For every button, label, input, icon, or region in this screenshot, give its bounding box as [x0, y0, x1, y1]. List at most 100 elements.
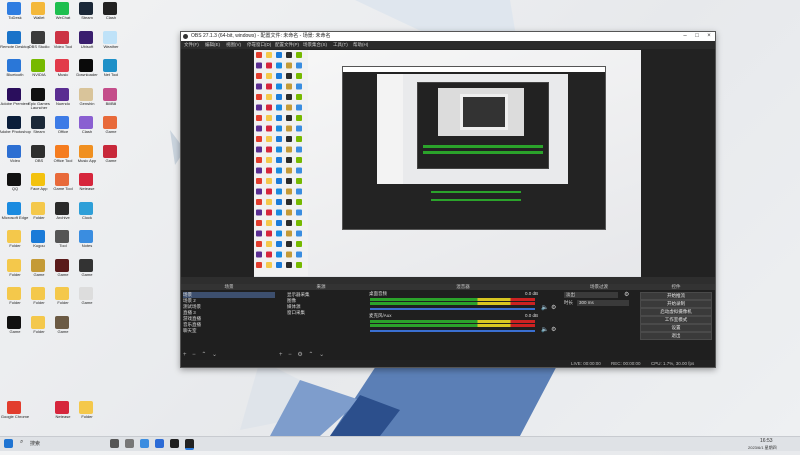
- search-input[interactable]: 搜索: [30, 437, 40, 451]
- app-icon: [79, 59, 93, 72]
- app-icon: [55, 201, 69, 215]
- nested-desktop-icon: [286, 220, 292, 226]
- desktop-icon[interactable]: Google Chrome: [0, 401, 30, 425]
- nested-desktop-icon: [256, 115, 262, 121]
- menu-file[interactable]: 文件(F): [184, 41, 199, 49]
- app-icon[interactable]: [140, 439, 149, 448]
- nested-desktop-icon: [286, 262, 292, 268]
- app-icon: [31, 173, 45, 186]
- desktop-icon[interactable]: Weather: [96, 30, 126, 55]
- desktop-icon[interactable]: Notes: [72, 230, 102, 254]
- gear-icon[interactable]: ⚙: [624, 291, 629, 298]
- nested-desktop-icon: [266, 251, 272, 258]
- desktop-icon[interactable]: Folder: [72, 401, 102, 425]
- nested-desktop-icon: [276, 220, 282, 226]
- taskview-icon[interactable]: [110, 439, 119, 448]
- nested-desktop-icon: [286, 115, 292, 121]
- desktop-icon[interactable]: Game: [96, 116, 126, 140]
- nested-desktop-icon: [286, 157, 292, 163]
- nested-desktop-icon: [276, 178, 282, 184]
- obs-title-bar[interactable]: OBS 27.1.3 (64-bit, windows) - 配置文件: 未命名…: [181, 32, 715, 41]
- close-icon[interactable]: ×: [703, 32, 715, 41]
- menu-edit[interactable]: 编辑(E): [205, 41, 220, 49]
- obs-preview[interactable]: [181, 49, 715, 293]
- nested-desktop-icon: [286, 230, 292, 237]
- sources-dock: 来源 显示器采集 图像 媒体源 窗口采集 + − ⚙ ⌃ ⌄: [277, 284, 366, 360]
- duration-input[interactable]: 300 ms: [577, 300, 629, 306]
- speaker-icon[interactable]: 🔈: [541, 304, 548, 311]
- desktop-icon[interactable]: Game: [48, 315, 78, 340]
- nested-desktop-icon: [296, 230, 302, 237]
- app-icon: [79, 173, 93, 186]
- desktop-icon[interactable]: Game: [72, 258, 102, 283]
- nested-desktop-icon: [276, 167, 282, 174]
- windows-start-icon[interactable]: [4, 439, 13, 448]
- app-icon: [7, 287, 21, 300]
- volume-slider[interactable]: [370, 330, 535, 332]
- desktop-icon[interactable]: Game: [96, 144, 126, 169]
- desktop-icon[interactable]: Game: [72, 287, 102, 311]
- virtual-camera-button[interactable]: 启动虚拟摄像机: [640, 308, 712, 316]
- obs-taskbar-icon[interactable]: [185, 439, 194, 450]
- scenes-toolbar[interactable]: + − ⌃ ⌄: [183, 351, 219, 358]
- exit-button[interactable]: 退出: [640, 332, 712, 340]
- obs-menu-bar: 文件(F) 编辑(E) 视图(V) 停靠窗口(D) 配置文件(P) 场景集合(S…: [181, 41, 715, 49]
- start-streaming-button[interactable]: 开始推流: [640, 292, 712, 300]
- preview-capture: [254, 50, 641, 284]
- menu-profile[interactable]: 配置文件(P): [275, 41, 299, 49]
- sources-toolbar[interactable]: + − ⚙ ⌃ ⌄: [279, 351, 326, 358]
- nested-desktop-icon: [286, 94, 292, 100]
- nested-desktop-icon: [266, 104, 272, 111]
- maximize-icon[interactable]: □: [691, 32, 703, 41]
- minimize-icon[interactable]: –: [679, 32, 691, 41]
- menu-view[interactable]: 视图(V): [226, 41, 241, 49]
- studio-mode-button[interactable]: 工作室模式: [640, 316, 712, 324]
- transition-select[interactable]: 淡出: [564, 292, 618, 298]
- start-recording-button[interactable]: 开始录制: [640, 300, 712, 308]
- nested-desktop-icon: [266, 83, 272, 90]
- nested-desktop-icon: [256, 94, 262, 100]
- search-icon[interactable]: ⌕: [20, 439, 23, 446]
- volume-slider[interactable]: [370, 308, 535, 310]
- nested-desktop-icon: [286, 209, 292, 216]
- nested-desktop-icon: [266, 73, 272, 79]
- nested-desktop-icon: [276, 115, 282, 121]
- scenes-dock: 场景 场景 场景 2 测试场景 直播 3 游戏直播 音乐直播 聊天室 + − ⌃…: [181, 284, 278, 360]
- source-item[interactable]: 窗口采集: [287, 310, 363, 316]
- app-icon[interactable]: [125, 439, 134, 448]
- nested-desktop-icon: [256, 104, 262, 111]
- nested-desktop-icon: [256, 52, 262, 58]
- app-icon: [55, 144, 69, 158]
- desktop-icon[interactable]: BiliBili: [96, 87, 126, 112]
- gear-icon[interactable]: ⚙: [551, 304, 556, 311]
- menu-help[interactable]: 帮助(H): [353, 41, 368, 49]
- nested-desktop-icon: [296, 241, 302, 247]
- scene-item[interactable]: 聊天室: [183, 328, 275, 334]
- app-icon: [7, 144, 21, 158]
- app-icon[interactable]: [170, 439, 179, 448]
- menu-tools[interactable]: 工具(T): [333, 41, 348, 49]
- nested-desktop-icon: [266, 125, 272, 132]
- desktop-icon[interactable]: Netease: [72, 173, 102, 197]
- desktop-icon[interactable]: Clash: [96, 2, 126, 26]
- nested-desktop-icon: [296, 136, 302, 142]
- desktop-icon[interactable]: Net Tool: [96, 59, 126, 83]
- desktop-icon[interactable]: Clock: [72, 201, 102, 226]
- app-icon: [55, 315, 69, 329]
- app-icon: [79, 144, 93, 158]
- nested-desktop-icon: [296, 146, 302, 153]
- speaker-icon[interactable]: 🔈: [541, 326, 548, 333]
- menu-dock[interactable]: 停靠窗口(D): [247, 41, 271, 49]
- settings-button[interactable]: 设置: [640, 324, 712, 332]
- nested-desktop-icon: [266, 188, 272, 195]
- nested-desktop-icon: [276, 94, 282, 100]
- app-icon[interactable]: [155, 439, 164, 448]
- obs-window[interactable]: OBS 27.1.3 (64-bit, windows) - 配置文件: 未命名…: [180, 31, 716, 368]
- cpu-readout: CPU: 1.7%, 30.00 fps: [651, 361, 695, 366]
- clock-date[interactable]: 2023/6/1 星期四: [748, 441, 777, 455]
- nested-desktop-icon: [286, 104, 292, 111]
- menu-scene-collection[interactable]: 场景集合(S): [303, 41, 327, 49]
- app-icon: [103, 30, 117, 44]
- gear-icon[interactable]: ⚙: [551, 326, 556, 333]
- nested-desktop-icon: [286, 251, 292, 258]
